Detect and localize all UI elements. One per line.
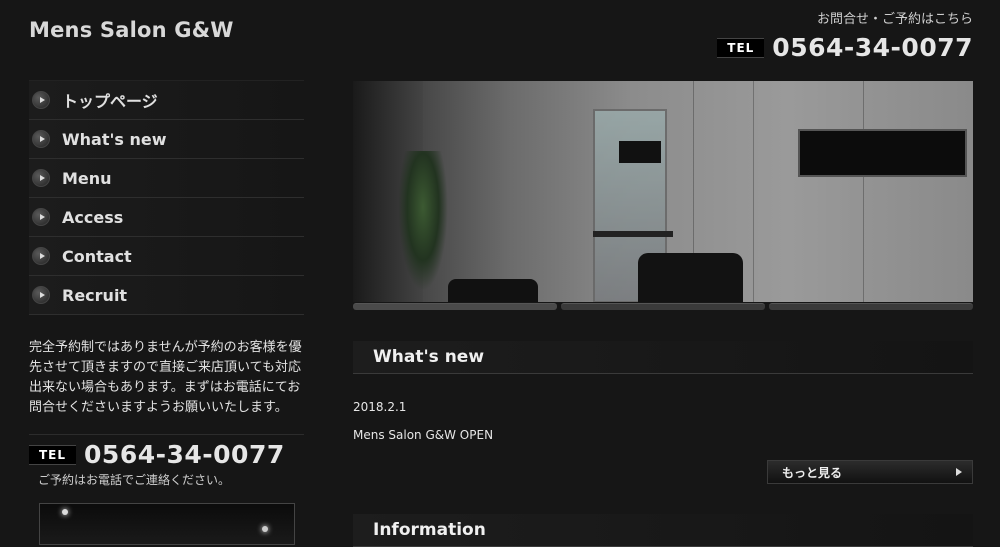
contact-note: お問合せ・ご予約はこちら — [816, 12, 973, 27]
nav-item-recruit[interactable]: Recruit — [29, 276, 304, 315]
triangle-right-icon — [956, 468, 962, 476]
news-date: 2018.2.1 — [353, 400, 407, 414]
reservation-notice: 完全予約制ではありませんが予約のお客様を優先させて頂きますので直接ご来店頂いても… — [29, 340, 302, 415]
plant — [398, 151, 448, 291]
salon-chair — [448, 279, 538, 302]
hero-slider-image[interactable] — [353, 81, 973, 302]
header-tel[interactable]: TEL 0564-34-0077 — [717, 33, 973, 62]
ceiling-light — [62, 509, 68, 515]
slider-dot[interactable] — [561, 303, 765, 310]
play-circle-icon — [32, 208, 50, 226]
play-circle-icon — [32, 91, 50, 109]
slider-pagination — [353, 303, 973, 311]
nav-item-label: Access — [62, 207, 124, 227]
ceiling-light — [262, 526, 268, 532]
nav-item-access[interactable]: Access — [29, 198, 304, 237]
more-button-label: もっと見る — [782, 465, 843, 480]
tel-note: ご予約はお電話でご連絡ください。 — [38, 473, 231, 487]
play-circle-icon — [32, 247, 50, 265]
nav-item-menu[interactable]: Menu — [29, 159, 304, 198]
information-header: Information — [353, 514, 973, 547]
nav-item-label: トップページ — [62, 92, 158, 111]
nav-item-label: What's new — [62, 129, 167, 149]
tel-badge: TEL — [29, 444, 77, 465]
sidebar-photo — [39, 503, 295, 545]
nav-item-label: Menu — [62, 168, 112, 188]
header-contact: お問合せ・ご予約はこちら TEL 0564-34-0077 — [717, 8, 973, 62]
wall-seam — [753, 81, 754, 302]
news-text: Mens Salon G&W OPEN — [353, 428, 494, 442]
main-nav: トップページ What's new Menu Access Contact Re… — [29, 80, 304, 315]
nav-item-top[interactable]: トップページ — [29, 80, 304, 120]
whats-new-header: What's new — [353, 341, 973, 374]
slider-dot[interactable] — [353, 303, 557, 310]
more-button[interactable]: もっと見る — [767, 460, 973, 484]
slider-dot[interactable] — [769, 303, 973, 310]
site-title[interactable]: Mens Salon G&W — [29, 18, 234, 42]
tel-number[interactable]: 0564-34-0077 — [84, 440, 285, 469]
section-title: Information — [373, 520, 486, 540]
nav-item-label: Recruit — [62, 285, 128, 305]
wall-mirror — [798, 129, 967, 177]
counter-shelf — [593, 231, 673, 237]
section-title: What's new — [373, 347, 485, 367]
salon-chair — [638, 253, 743, 302]
play-circle-icon — [32, 130, 50, 148]
sidebar-divider — [29, 434, 304, 435]
play-circle-icon — [32, 169, 50, 187]
tel-number[interactable]: 0564-34-0077 — [772, 33, 973, 62]
nav-item-whats-new[interactable]: What's new — [29, 120, 304, 159]
nav-item-label: Contact — [62, 246, 132, 266]
sidebar-tel[interactable]: TEL 0564-34-0077 — [29, 440, 285, 469]
mirror-display — [619, 141, 661, 163]
wall-seam — [863, 81, 864, 302]
nav-item-contact[interactable]: Contact — [29, 237, 304, 276]
play-circle-icon — [32, 286, 50, 304]
tel-badge: TEL — [717, 37, 765, 58]
